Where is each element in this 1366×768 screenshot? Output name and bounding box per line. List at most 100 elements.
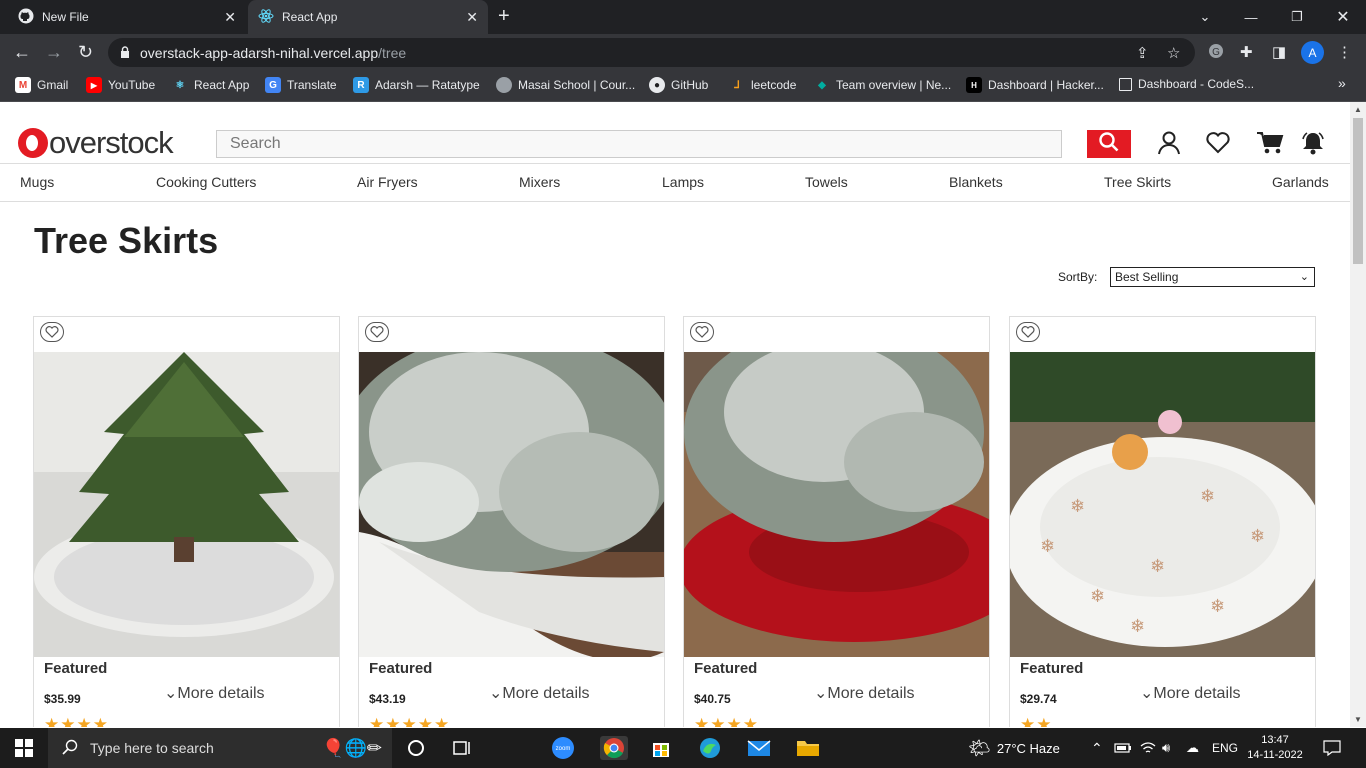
notification-center-icon[interactable] (1323, 728, 1341, 768)
svg-text:❄: ❄ (1210, 596, 1225, 617)
wishlist-heart-icon[interactable] (1203, 128, 1233, 158)
more-details-toggle[interactable]: ⌄More details (489, 683, 590, 703)
nav-tree-skirts[interactable]: Tree Skirts (1104, 174, 1171, 190)
nav-mugs[interactable]: Mugs (20, 174, 54, 190)
search-highlight-icon[interactable]: 🎈🌐✏ (312, 736, 392, 760)
nav-mixers[interactable]: Mixers (519, 174, 560, 190)
bookmark-leetcode[interactable]: ⅃ leetcode (729, 77, 796, 93)
chevron-down-icon: ⌄ (814, 685, 828, 702)
onedrive-icon[interactable]: ☁ (1186, 728, 1199, 768)
nav-blankets[interactable]: Blankets (949, 174, 1003, 190)
minimize-button[interactable]: — (1228, 0, 1274, 34)
chevron-down-icon: ⌄ (1140, 685, 1154, 702)
search-button[interactable] (1087, 130, 1131, 158)
weather-widget[interactable]: 🌤 27°C Haze (968, 728, 1060, 768)
file-explorer-icon[interactable] (796, 736, 820, 760)
scrollbar-thumb[interactable] (1353, 118, 1363, 264)
bookmark-codesignal[interactable]: Dashboard - CodeS... (1119, 77, 1254, 91)
more-bookmarks-button[interactable]: » (1338, 75, 1346, 91)
page-scrollbar[interactable]: ▲ ▼ (1350, 102, 1366, 727)
wishlist-heart-icon[interactable] (690, 322, 714, 342)
overstock-logo[interactable]: overstock (18, 125, 174, 161)
rating-stars: ★★★★ (44, 715, 109, 727)
grammarly-icon[interactable]: G (1208, 43, 1224, 63)
bookmark-masai[interactable]: Masai School | Cour... (496, 77, 635, 93)
bookmark-github[interactable]: ● GitHub (649, 77, 708, 93)
back-icon[interactable]: ← (13, 42, 31, 62)
forward-icon[interactable]: → (45, 42, 63, 62)
tab-search-icon[interactable]: ⌄ (1182, 0, 1228, 34)
url-bar[interactable]: overstack-app-adarsh-nihal.vercel.app/tr… (108, 38, 1195, 67)
side-panel-icon[interactable]: ◨ (1272, 43, 1286, 61)
product-card[interactable]: Featured $40.75 ⌄More details ★★★★ (683, 316, 990, 727)
page-icon (1119, 77, 1132, 91)
bookmark-gmail[interactable]: M Gmail (15, 77, 68, 93)
nav-cooking-cutters[interactable]: Cooking Cutters (156, 174, 256, 190)
close-tab-icon[interactable]: ✕ (224, 9, 236, 26)
reload-icon[interactable]: ↻ (78, 42, 93, 62)
edge-app-icon[interactable] (698, 736, 722, 760)
product-card[interactable]: ❄ ❄ ❄ ❄ ❄ ❄ ❄ ❄ Featured $29.74 ⌄More details… (1009, 316, 1316, 727)
microsoft-store-icon[interactable] (649, 736, 673, 760)
windows-taskbar: Type here to search 🎈🌐✏ zoom 🌤 27°C Haze… (0, 728, 1366, 768)
nav-air-fryers[interactable]: Air Fryers (357, 174, 418, 190)
bookmark-team-overview[interactable]: ◆ Team overview | Ne... (814, 77, 951, 93)
restore-button[interactable]: ❐ (1274, 0, 1320, 34)
nav-towels[interactable]: Towels (805, 174, 848, 190)
bookmark-react-app[interactable]: ⚛ React App (172, 77, 250, 93)
notification-bell-icon[interactable] (1298, 128, 1328, 158)
mail-app-icon[interactable] (747, 736, 771, 760)
chrome-app-icon[interactable] (600, 736, 628, 760)
more-details-toggle[interactable]: ⌄More details (1140, 683, 1241, 703)
sort-select[interactable]: Best Selling ⌄ (1110, 267, 1315, 287)
scroll-down-icon[interactable]: ▼ (1354, 715, 1362, 724)
tab-react-app[interactable]: React App ✕ (248, 0, 488, 34)
close-tab-icon[interactable]: ✕ (466, 9, 478, 26)
wishlist-heart-icon[interactable] (1016, 322, 1040, 342)
wifi-icon[interactable] (1140, 728, 1156, 768)
windows-start-icon[interactable] (12, 736, 36, 760)
battery-icon[interactable] (1114, 728, 1132, 768)
more-details-toggle[interactable]: ⌄More details (814, 683, 915, 703)
wishlist-heart-icon[interactable] (40, 322, 64, 342)
share-icon[interactable]: ⇪ (1136, 44, 1149, 62)
product-image[interactable] (359, 352, 664, 657)
product-card[interactable]: Featured $43.19 ⌄More details ★★★★★ (358, 316, 665, 727)
cortana-icon[interactable] (404, 736, 428, 760)
search-input[interactable]: Search (216, 130, 1062, 158)
nav-lamps[interactable]: Lamps (662, 174, 704, 190)
product-card[interactable]: Featured $35.99 ⌄More details ★★★★ (33, 316, 340, 727)
bookmark-youtube[interactable]: ▶ YouTube (86, 77, 155, 93)
new-tab-button[interactable]: + (498, 6, 510, 26)
extensions-puzzle-icon[interactable]: ✚ (1240, 43, 1253, 61)
volume-icon[interactable]: 🔊︎ (1162, 728, 1170, 768)
account-icon[interactable] (1154, 128, 1184, 158)
page-title: Tree Skirts (34, 220, 219, 261)
bookmark-ratatype[interactable]: R Adarsh — Ratatype (353, 77, 480, 93)
clock[interactable]: 13:47 14-11-2022 (1246, 728, 1304, 768)
nav-garlands[interactable]: Garlands (1272, 174, 1329, 190)
scroll-up-icon[interactable]: ▲ (1354, 105, 1362, 114)
product-price: $40.75 (694, 692, 731, 706)
bookmark-star-icon[interactable]: ☆ (1167, 44, 1180, 62)
profile-avatar[interactable]: A (1301, 41, 1324, 64)
product-image[interactable] (34, 352, 339, 657)
browser-menu-icon[interactable]: ⋮ (1337, 43, 1352, 61)
bookmark-translate[interactable]: G Translate (265, 77, 337, 93)
taskbar-search-placeholder: Type here to search (90, 740, 214, 756)
task-view-icon[interactable] (451, 736, 475, 760)
tab-new-file[interactable]: New File ✕ (8, 0, 246, 34)
product-image[interactable] (684, 352, 989, 657)
bookmark-hackerrank[interactable]: H Dashboard | Hacker... (966, 77, 1104, 93)
cart-icon[interactable] (1255, 128, 1285, 158)
show-hidden-icons-chevron-icon[interactable]: ⌃ (1091, 728, 1103, 768)
bookmark-label: Gmail (37, 78, 69, 92)
language-indicator[interactable]: ENG (1212, 728, 1238, 768)
svg-text:G: G (1212, 47, 1220, 58)
product-price: $43.19 (369, 692, 406, 706)
more-details-toggle[interactable]: ⌄More details (164, 683, 265, 703)
zoom-app-icon[interactable]: zoom (551, 736, 575, 760)
wishlist-heart-icon[interactable] (365, 322, 389, 342)
close-window-button[interactable]: ✕ (1320, 0, 1366, 34)
product-image[interactable]: ❄ ❄ ❄ ❄ ❄ ❄ ❄ ❄ (1010, 352, 1315, 657)
